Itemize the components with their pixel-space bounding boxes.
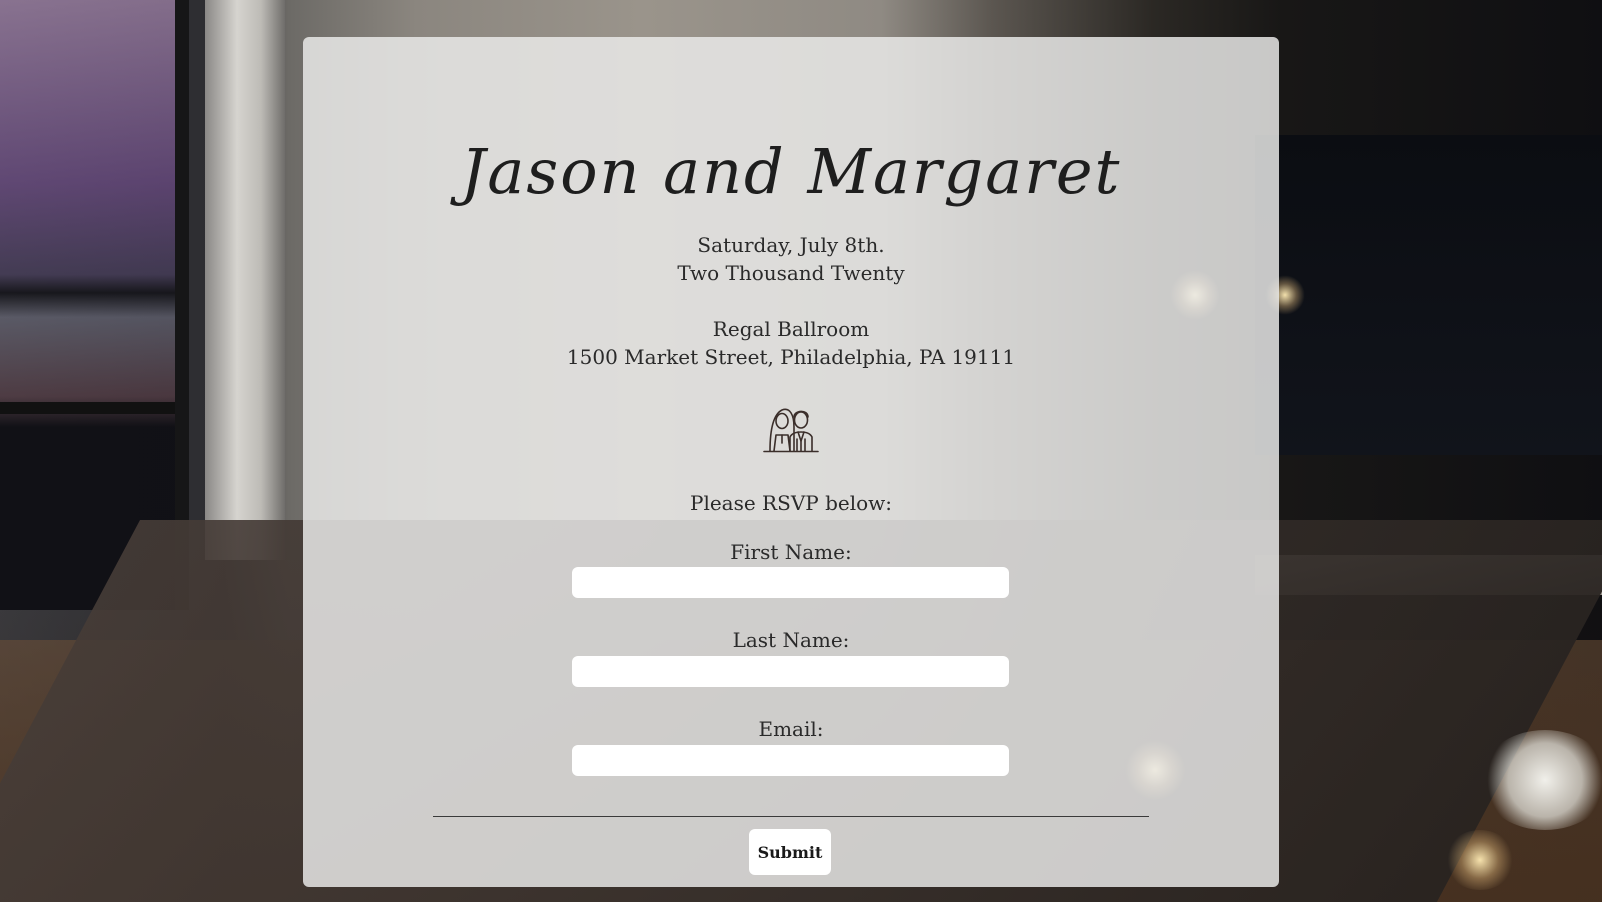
bride-and-groom-icon xyxy=(763,408,819,453)
background-dark-window xyxy=(1255,135,1602,455)
background-candle xyxy=(1445,830,1515,890)
venue-name: Regal Ballroom xyxy=(712,317,870,341)
rsvp-prompt: Please RSVP below: xyxy=(689,491,893,515)
email-input[interactable] xyxy=(572,745,1009,776)
invitation-title: Jason and Margaret xyxy=(460,135,1122,208)
event-year: Two Thousand Twenty xyxy=(677,261,905,285)
background-flowers xyxy=(1480,730,1602,830)
background-window xyxy=(0,0,189,610)
first-name-label: First Name: xyxy=(730,540,852,564)
background-pillar xyxy=(205,0,285,560)
last-name-label: Last Name: xyxy=(732,628,850,652)
email-label: Email: xyxy=(758,717,824,741)
invitation-card: Jason and Margaret Saturday, July 8th. T… xyxy=(303,37,1279,887)
submit-button[interactable]: Submit xyxy=(749,829,831,875)
event-date: Saturday, July 8th. xyxy=(697,233,885,257)
last-name-input[interactable] xyxy=(572,656,1009,687)
venue-address: 1500 Market Street, Philadelphia, PA 191… xyxy=(566,345,1016,369)
form-divider xyxy=(433,816,1149,817)
first-name-input[interactable] xyxy=(572,567,1009,598)
